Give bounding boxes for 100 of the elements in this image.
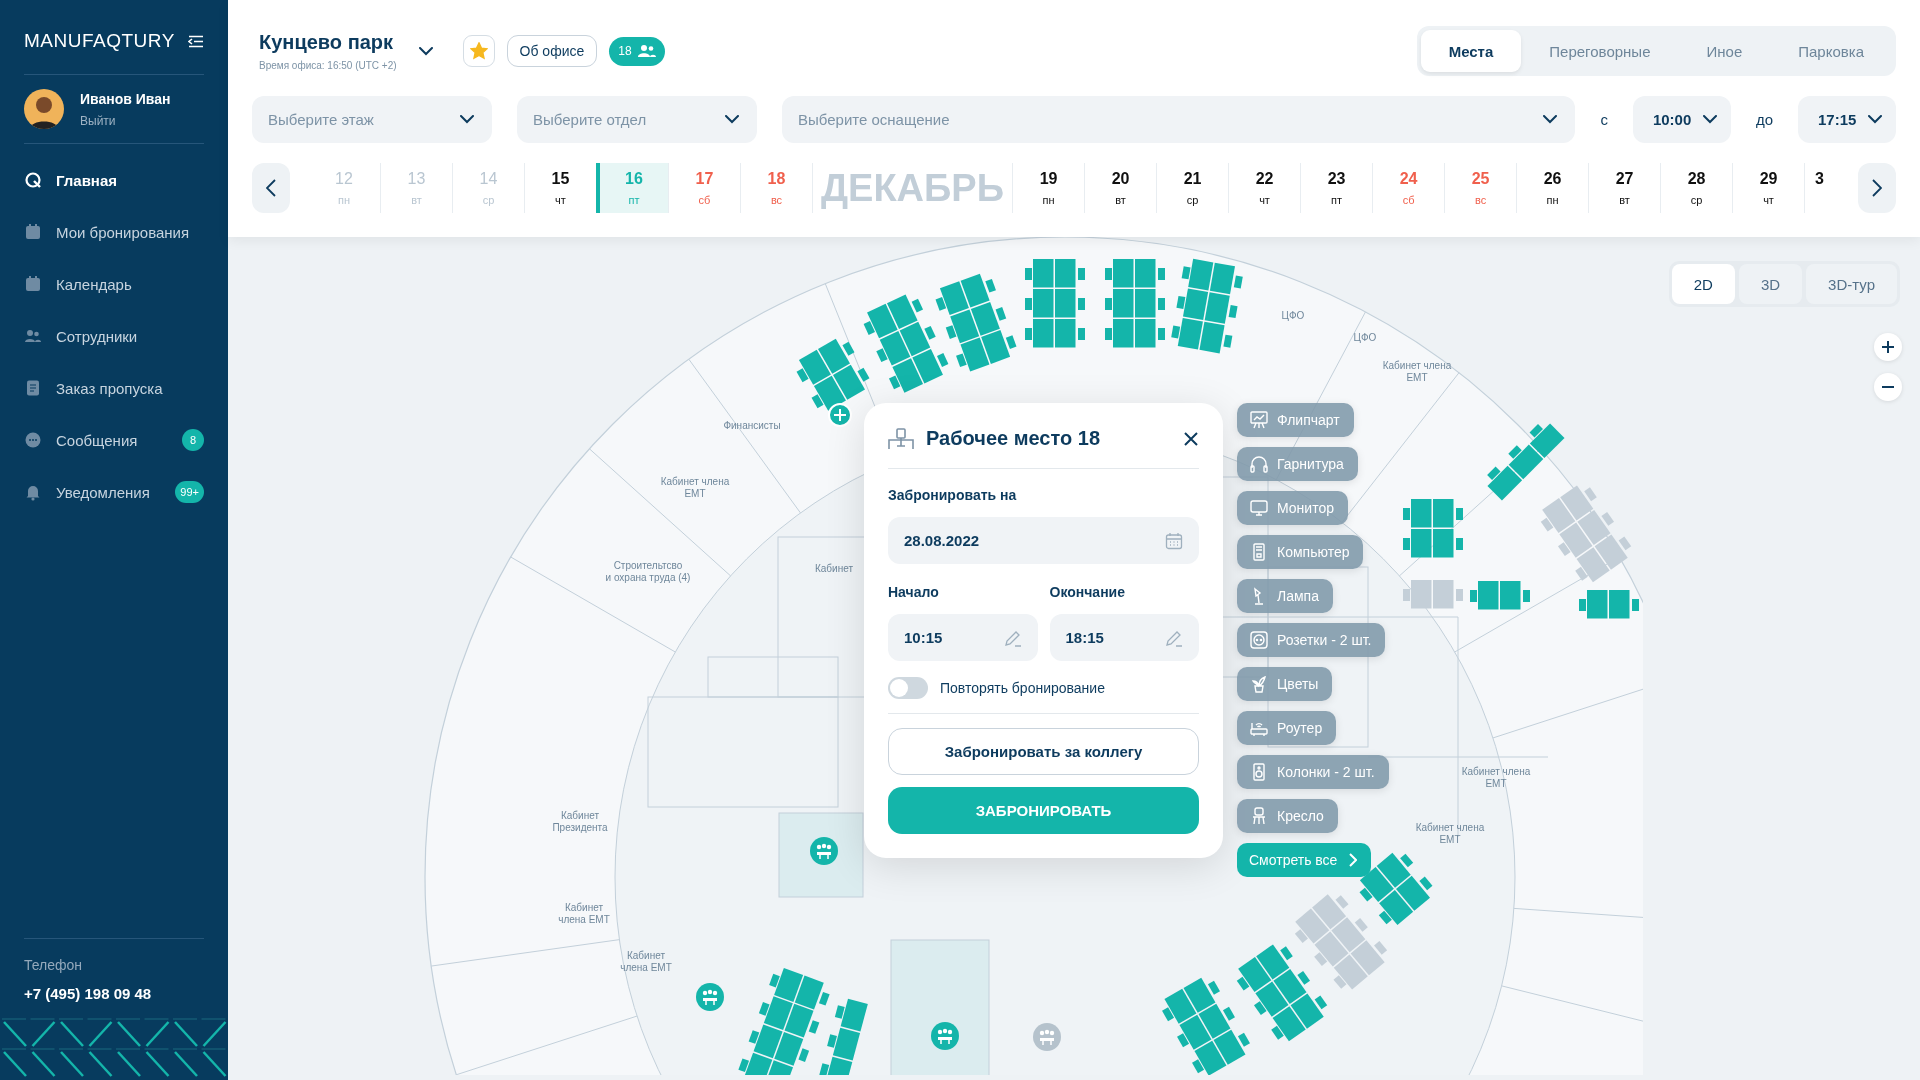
room-label: Кабинет Президента <box>552 810 608 833</box>
desk-cluster[interactable] <box>1359 852 1433 925</box>
desk-cluster[interactable] <box>1470 581 1530 610</box>
count-badge: 99+ <box>175 481 204 503</box>
room-label: Кабинет члена ЕМТ <box>660 476 730 499</box>
calendar-day[interactable]: 22 чт <box>1228 163 1301 213</box>
repeat-toggle[interactable] <box>888 677 928 699</box>
calendar-icon <box>24 223 42 241</box>
calendar-day[interactable]: 29 чт <box>1732 163 1805 213</box>
desk-cluster[interactable] <box>1403 580 1463 609</box>
date-field[interactable]: 28.08.2022 <box>888 517 1199 564</box>
time-to-select[interactable]: 17:15 <box>1798 96 1896 143</box>
desk-cluster[interactable] <box>1294 894 1388 990</box>
equipment-tag: Роутер <box>1237 711 1337 745</box>
meeting-room-icon[interactable] <box>810 837 838 865</box>
equipment-tag: Розетки - 2 шт. <box>1237 623 1386 657</box>
equipment-tag: Цветы <box>1237 667 1333 701</box>
desk-cluster[interactable] <box>738 968 830 1075</box>
avatar <box>24 89 64 129</box>
desk-cluster[interactable] <box>1105 259 1165 348</box>
meeting-room-icon[interactable] <box>696 983 724 1011</box>
calendar-day[interactable]: 19 пн <box>1012 163 1085 213</box>
calendar-day[interactable]: 27 вт <box>1588 163 1661 213</box>
count-badge: 8 <box>182 429 204 451</box>
view-mode-tab[interactable]: 3D <box>1738 264 1803 304</box>
start-label: Начало <box>888 584 940 600</box>
flipchart-icon <box>1249 410 1269 430</box>
book-for-colleague-button[interactable]: Забронировать за коллегу <box>888 728 1199 775</box>
chevron-left-icon <box>266 179 276 197</box>
bell-icon <box>24 483 42 501</box>
plus-icon <box>1881 340 1895 354</box>
equipment-tag: Кресло <box>1237 799 1338 833</box>
home-icon <box>24 171 42 189</box>
room-label: Строительтсво и охрана труда (4) <box>605 560 691 583</box>
calendar-day[interactable]: 3 <box>1804 163 1835 213</box>
next-button[interactable] <box>1858 163 1896 213</box>
desk-icon <box>888 427 914 450</box>
end-time-field[interactable]: 18:15 <box>1049 614 1199 661</box>
nav-item[interactable]: Сообщения 8 <box>0 414 228 466</box>
desk-cluster[interactable] <box>1540 485 1632 583</box>
chat-icon <box>24 431 42 449</box>
zoom-in-button[interactable] <box>1874 333 1902 361</box>
desk-cluster[interactable] <box>935 273 1017 372</box>
people-icon <box>24 327 42 345</box>
about-office-button[interactable]: Об офисе <box>506 35 598 67</box>
desk-cluster[interactable] <box>1025 259 1085 348</box>
nav-item[interactable]: Сотрудники <box>0 310 228 362</box>
meeting-room-icon[interactable] <box>931 1022 959 1050</box>
room-label: Кабинет члена ЕМТ <box>1461 766 1531 789</box>
desk-cluster[interactable] <box>1487 423 1565 501</box>
close-button[interactable] <box>1183 430 1199 447</box>
desk-cluster[interactable] <box>1236 944 1328 1042</box>
desk-cluster[interactable] <box>863 294 949 393</box>
user-name: Иванов Иван <box>80 90 171 107</box>
nav-item[interactable]: Главная <box>0 154 228 206</box>
socket-icon <box>1249 630 1269 650</box>
nav-item[interactable]: Заказ пропуска <box>0 362 228 414</box>
favorite-button[interactable] <box>462 35 495 67</box>
equipment-tag: Колонки - 2 шт. <box>1237 755 1389 789</box>
chevron-down-icon <box>1543 115 1558 124</box>
view-mode-tab[interactable]: 3D-тур <box>1806 264 1897 304</box>
start-time-field[interactable]: 10:15 <box>888 614 1038 661</box>
calendar-day[interactable]: 20 вт <box>1084 163 1157 213</box>
desk-cluster[interactable] <box>1171 258 1243 354</box>
tab[interactable]: Места <box>1420 30 1522 72</box>
desk-cluster[interactable] <box>1579 590 1639 619</box>
phone-label: Телефон <box>24 957 84 973</box>
nav-item[interactable]: Мои бронирования <box>0 206 228 258</box>
equipment-tag: Гарнитура <box>1237 447 1358 481</box>
room-label: Кабинет <box>815 563 853 574</box>
zoom-out-button[interactable] <box>1874 373 1902 401</box>
repeat-label: Повторять бронирование <box>940 680 1105 696</box>
calendar-day[interactable]: 23 пт <box>1300 163 1373 213</box>
people-icon <box>637 44 656 58</box>
previous-button[interactable] <box>252 163 290 213</box>
office-name: Кунцево парк <box>259 31 395 54</box>
meeting-room-icon[interactable] <box>1033 1023 1061 1051</box>
month-label: ДЕКАБРЬ <box>812 163 1013 213</box>
view-mode-tab[interactable]: 2D <box>1671 264 1735 304</box>
calendar-day[interactable]: 21 ср <box>1156 163 1229 213</box>
calendar-day[interactable]: 28 ср <box>1660 163 1733 213</box>
room-label: Кабинет члена ЕМТ <box>620 950 672 973</box>
room-label: ЦФО <box>1281 310 1305 321</box>
time-from-select[interactable]: 10:00 <box>1632 96 1731 143</box>
desk-cluster[interactable] <box>796 338 870 411</box>
calendar-day[interactable]: 26 пн <box>1516 163 1589 213</box>
document-icon <box>24 379 42 397</box>
calendar-icon <box>1165 531 1183 550</box>
end-label: Окончание <box>1049 584 1126 600</box>
collapse-menu-button[interactable] <box>188 34 204 48</box>
logout-link[interactable]: Выйти <box>80 113 171 128</box>
desk-cluster[interactable] <box>819 998 868 1075</box>
nav-item[interactable]: Уведомления 99+ <box>0 466 228 518</box>
phone-number: +7 (495) 198 09 48 <box>24 985 153 1002</box>
desk-cluster[interactable] <box>1162 977 1250 1075</box>
nav-item[interactable]: Календарь <box>0 258 228 310</box>
desk-cluster[interactable] <box>1403 499 1463 558</box>
room-label: Кабинет члена ЕМТ <box>1415 822 1485 845</box>
room-label: Кабинет члена ЕМТ <box>558 902 610 925</box>
room-label: Финансисты <box>723 420 781 431</box>
